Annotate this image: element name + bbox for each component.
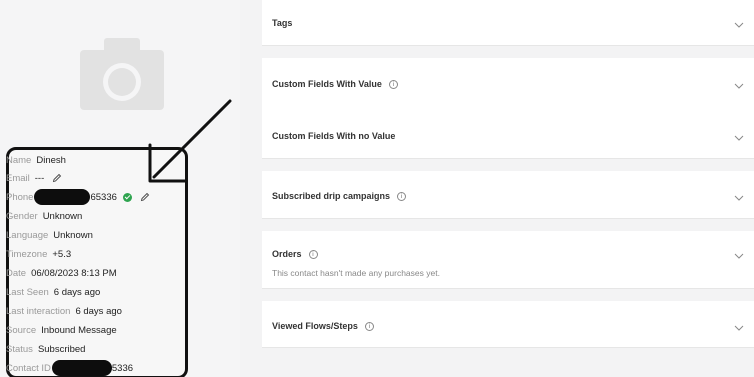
timezone-row: Timezone +5.3 <box>6 247 71 261</box>
drip-campaigns-title-text: Subscribed drip campaigns <box>272 191 391 201</box>
pencil-icon[interactable] <box>52 173 62 183</box>
custom-fields-value-title-text: Custom Fields With Value <box>272 79 382 89</box>
last-interaction-value: 6 days ago <box>75 305 122 317</box>
redacted-phone-prefix <box>34 189 91 205</box>
info-icon[interactable]: i <box>364 321 374 331</box>
custom-fields-no-value-title-text: Custom Fields With no Value <box>272 131 396 141</box>
date-label: Date <box>6 267 27 279</box>
source-value: Inbound Message <box>41 324 117 336</box>
name-row: Name Dinesh <box>6 153 66 167</box>
last-seen-label: Last Seen <box>6 286 49 298</box>
chevron-down-icon[interactable] <box>734 83 744 89</box>
source-row: Source Inbound Message <box>6 323 117 337</box>
tags-title-text: Tags <box>272 18 293 28</box>
subscribed-drip-campaigns-section[interactable]: Subscribed drip campaigns i <box>262 171 754 219</box>
date-row: Date 06/08/2023 8:13 PM <box>6 266 117 280</box>
verified-check-icon <box>122 192 132 202</box>
orders-section[interactable]: Orders i This contact hasn't made any pu… <box>262 231 754 289</box>
viewed-flows-title: Viewed Flows/Steps i <box>272 321 374 331</box>
gender-row: Gender Unknown <box>6 209 82 223</box>
email-label: Email <box>6 172 30 184</box>
timezone-value: +5.3 <box>52 248 72 260</box>
name-value: Dinesh <box>36 154 66 166</box>
email-value: --- <box>34 172 45 184</box>
last-interaction-row: Last interaction 6 days ago <box>6 304 122 318</box>
phone-label: Phone <box>6 191 34 203</box>
language-label: Language <box>6 229 49 241</box>
contact-id-row: Contact ID 5336 <box>6 360 134 376</box>
chevron-down-icon[interactable] <box>734 195 744 201</box>
drip-campaigns-title: Subscribed drip campaigns i <box>272 191 407 201</box>
last-seen-row: Last Seen 6 days ago <box>6 285 100 299</box>
chevron-down-icon[interactable] <box>734 22 744 28</box>
redacted-contact-id-prefix <box>51 360 112 376</box>
gender-label: Gender <box>6 210 38 222</box>
status-label: Status <box>6 343 33 355</box>
info-icon[interactable]: i <box>397 191 407 201</box>
orders-empty-message: This contact hasn't made any purchases y… <box>272 268 440 278</box>
status-row: Status Subscribed <box>6 342 85 356</box>
gender-value: Unknown <box>42 210 83 222</box>
pencil-icon[interactable] <box>140 192 150 202</box>
orders-title: Orders i <box>272 249 318 259</box>
last-interaction-label: Last interaction <box>6 305 71 317</box>
tags-title: Tags <box>272 18 292 28</box>
custom-fields-no-value-section[interactable]: Custom Fields With no Value <box>262 109 754 159</box>
info-icon[interactable]: i <box>308 249 318 259</box>
info-icon[interactable]: i <box>388 79 398 89</box>
contact-id-label: Contact ID <box>6 362 51 374</box>
viewed-flows-steps-section[interactable]: Viewed Flows/Steps i <box>262 301 754 348</box>
status-value: Subscribed <box>37 343 86 355</box>
custom-fields-with-value-section[interactable]: Custom Fields With Value i <box>262 58 754 109</box>
viewed-flows-title-text: Viewed Flows/Steps <box>272 321 358 331</box>
source-label: Source <box>6 324 37 336</box>
chevron-down-icon[interactable] <box>734 135 744 141</box>
last-seen-value: 6 days ago <box>53 286 101 298</box>
name-label: Name <box>6 154 32 166</box>
email-row: Email --- <box>6 171 62 185</box>
chevron-down-icon[interactable] <box>734 253 744 259</box>
date-value: 06/08/2023 8:13 PM <box>31 267 117 279</box>
custom-fields-value-title: Custom Fields With Value i <box>272 79 398 89</box>
contact-id-value: 5336 <box>111 362 134 374</box>
timezone-label: Timezone <box>6 248 48 260</box>
chevron-down-icon[interactable] <box>734 325 744 331</box>
tags-section[interactable]: Tags <box>262 0 754 46</box>
contact-profile-panel: Name Dinesh Email --- Phone 65336 Gender… <box>0 0 240 377</box>
phone-value: 65336 <box>90 191 117 203</box>
phone-row: Phone 65336 <box>6 189 150 205</box>
orders-title-text: Orders <box>272 249 302 259</box>
custom-fields-no-value-title: Custom Fields With no Value <box>272 131 395 141</box>
language-row: Language Unknown <box>6 228 93 242</box>
annotation-arrow-icon <box>148 99 232 183</box>
language-value: Unknown <box>53 229 93 241</box>
